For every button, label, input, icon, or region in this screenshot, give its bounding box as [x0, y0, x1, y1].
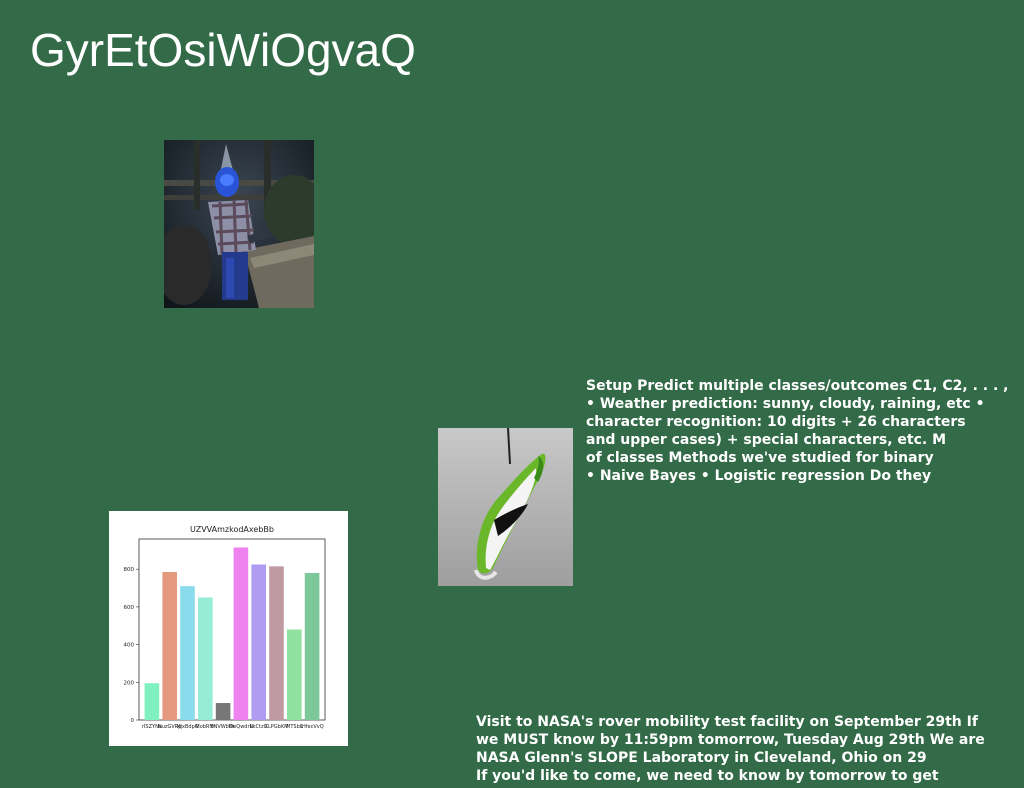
text-line: Visit to NASA's rover mobility test faci…: [476, 714, 978, 730]
x-tick-label: XLPGbKM: [265, 724, 289, 730]
chart-title: UZVVAmzkodAxebBb: [190, 525, 274, 534]
bar: [251, 564, 266, 720]
page-title: GyrEtOsiWiOgvaQ: [30, 24, 416, 76]
y-tick-label: 800: [124, 567, 135, 573]
y-tick-label: 0: [131, 718, 135, 724]
bar: [180, 586, 195, 720]
y-tick-label: 600: [124, 605, 135, 611]
bar: [269, 566, 284, 720]
y-tick-label: 200: [124, 680, 135, 686]
bar: [162, 571, 177, 720]
text-block-nasa: Visit to NASA's rover mobility test faci…: [476, 713, 985, 785]
text-line: we MUST know by 11:59pm tomorrow, Tuesda…: [476, 732, 985, 748]
x-tick-label: IHfecVvQ: [301, 724, 324, 730]
costume-photo: [164, 140, 314, 308]
text-line: If you'd like to come, we need to know b…: [476, 768, 939, 784]
bar: [215, 703, 231, 720]
bar: [144, 683, 160, 720]
bar: [287, 629, 302, 720]
text-line: • Weather prediction: sunny, cloudy, rai…: [586, 396, 985, 412]
sneaker-photo-image: [438, 428, 573, 586]
text-block-setup: Setup Predict multiple classes/outcomes …: [586, 377, 1008, 485]
text-line: and upper cases) + special characters, e…: [586, 432, 947, 448]
text-line: of classes Methods we've studied for bin…: [586, 450, 934, 466]
bar-chart-svg: UZVVAmzkodAxebBb0200400600800rISZYNaNuzG…: [124, 525, 326, 730]
text-line: • Naive Bayes • Logistic regression Do t…: [586, 468, 932, 484]
bar: [233, 547, 249, 720]
text-line: NASA Glenn's SLOPE Laboratory in Clevela…: [476, 750, 927, 766]
bar-chart: UZVVAmzkodAxebBb 0 200 400 600 800 rISZYNa NuzG…: [109, 511, 348, 746]
bar: [304, 572, 320, 720]
sneaker-photo: [438, 428, 573, 586]
text-line: character recognition: 10 digits + 26 ch…: [586, 414, 966, 430]
costume-photo-image: [164, 140, 314, 308]
bar: [198, 597, 213, 720]
text-line: Setup Predict multiple classes/outcomes …: [586, 378, 1009, 394]
y-tick-label: 400: [124, 643, 135, 649]
